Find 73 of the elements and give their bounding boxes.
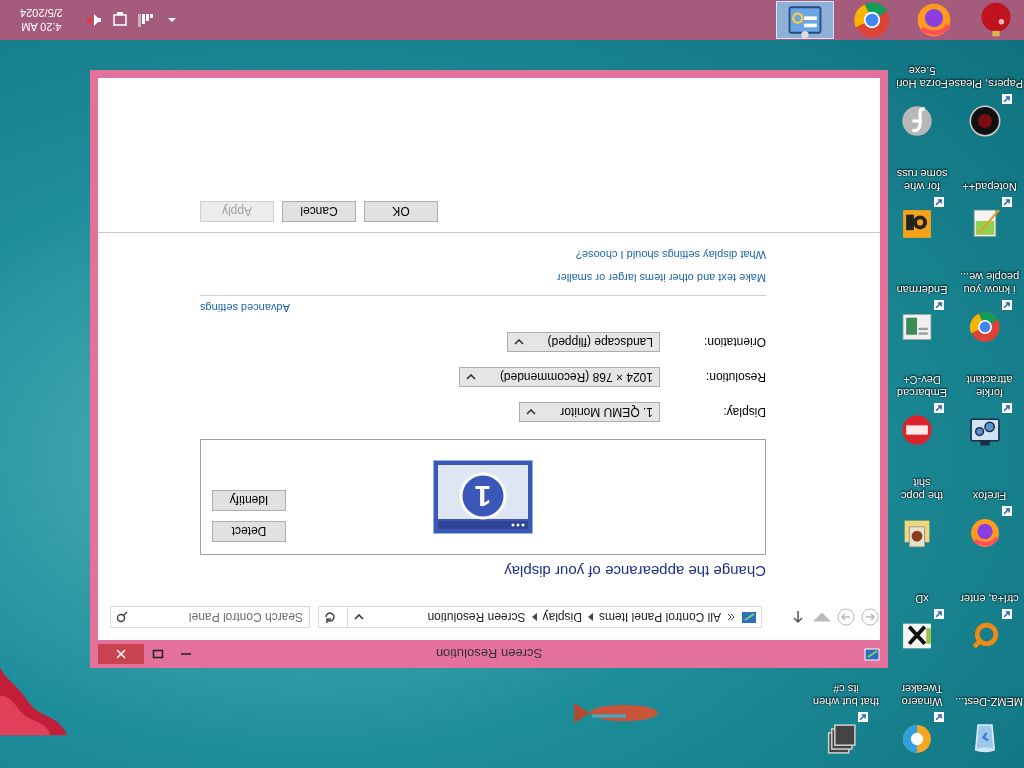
double-chevron-icon	[727, 613, 735, 621]
icon-label: for whe	[903, 180, 941, 193]
setting-label: Resolution:	[705, 370, 766, 384]
icon-label: shit	[913, 476, 931, 489]
icon-label: Embarcad	[896, 386, 948, 399]
breadcrumb-item[interactable]: All Control Panel Items	[598, 610, 721, 624]
caret-icon	[513, 339, 524, 345]
icon-label: Forza Hori	[896, 77, 948, 90]
monitor-number: 1	[474, 480, 492, 513]
icon-label: Firefox	[971, 489, 1008, 502]
setting-dropdown[interactable]: 1. QEMU Monitor	[519, 402, 660, 422]
icon-label: Notepad++	[961, 180, 1018, 193]
icon-label: Winaero	[901, 695, 943, 708]
disc-icon[interactable]	[968, 104, 1002, 138]
clock-time: 4:20 AM	[21, 20, 62, 34]
icon-label: i know you	[962, 283, 1017, 296]
dev-badge-icon[interactable]	[900, 413, 934, 447]
icon-label: Enderman	[896, 283, 948, 296]
swirl-icon[interactable]	[900, 722, 934, 756]
breadcrumb-item[interactable]: Screen Resolution	[427, 610, 526, 624]
monitor-drawing[interactable]	[433, 460, 533, 534]
icon-label: Papers, Please	[948, 77, 1024, 90]
icon-label: its c#	[833, 682, 859, 695]
icon-label: Dev-C+	[903, 373, 941, 386]
f-disc-icon[interactable]	[900, 104, 934, 138]
icon-label: people we...	[958, 270, 1021, 283]
clock-date: 2/5/2024	[20, 6, 63, 20]
dialog-button[interactable]: OK	[364, 201, 438, 222]
help-link[interactable]: What display settings should I choose?	[575, 249, 766, 261]
maximize-icon	[152, 648, 164, 660]
separator-arrow-icon	[531, 613, 537, 621]
panel-button[interactable]: Detect	[212, 521, 286, 542]
advanced-settings-link[interactable]: Advanced settings	[200, 302, 290, 314]
page-heading: Change the appearance of your display	[503, 563, 766, 580]
dialog-button[interactable]: Cancel	[282, 201, 356, 222]
network-icon[interactable]	[110, 11, 129, 29]
muted-speaker-icon[interactable]	[84, 11, 103, 29]
tile-icon[interactable]	[900, 207, 934, 241]
icon-label: 5.exe	[908, 64, 936, 77]
caret-icon	[465, 374, 476, 380]
setting-label: Display:	[723, 405, 766, 419]
window-title: Screen Resolution	[435, 646, 543, 662]
taskbar-app-button[interactable]	[776, 1, 834, 39]
setting-dropdown[interactable]: 1024 × 768 (Recommended)	[458, 367, 660, 387]
refresh-icon[interactable]	[323, 610, 337, 624]
setting-label: Orientation:	[703, 335, 766, 349]
icon-label: that but when	[812, 695, 880, 708]
separator-arrow-icon	[587, 613, 593, 621]
panel-button[interactable]: Identify	[212, 490, 286, 511]
icon-label: ctrl+a, enter	[959, 592, 1020, 605]
setting-dropdown[interactable]: Landscape (flipped)	[506, 332, 660, 352]
caret-icon	[354, 614, 364, 620]
icon-label: MEMZ-Dest...	[955, 695, 1024, 708]
icon-label: the popc	[900, 489, 944, 502]
caret-icon	[526, 409, 537, 415]
search-icon	[116, 611, 128, 623]
icon-label: some russ	[896, 167, 948, 180]
address-bar[interactable]: All Control Panel Items Display Screen Resolution	[318, 606, 762, 628]
display-app-icon	[741, 609, 757, 625]
breadcrumb-item[interactable]: Display	[542, 610, 582, 624]
tricolor-circle-icon[interactable]	[968, 310, 1002, 344]
display-app-icon	[864, 646, 880, 662]
icon-label: attractant	[965, 373, 1014, 386]
tricolor-circle-icon	[852, 0, 892, 40]
icon-label: Tweaker	[901, 682, 943, 695]
search-field[interactable]: Search Control Panel	[110, 606, 310, 628]
help-link[interactable]: Make text and other items larger or smaller	[556, 272, 766, 284]
close-icon	[115, 648, 127, 660]
fox-globe-icon[interactable]	[968, 516, 1002, 550]
icon-label: xD	[915, 592, 929, 605]
icon-label: forkie	[975, 386, 1004, 399]
close-button[interactable]	[98, 644, 144, 664]
signal-bars-icon[interactable]	[136, 11, 155, 29]
